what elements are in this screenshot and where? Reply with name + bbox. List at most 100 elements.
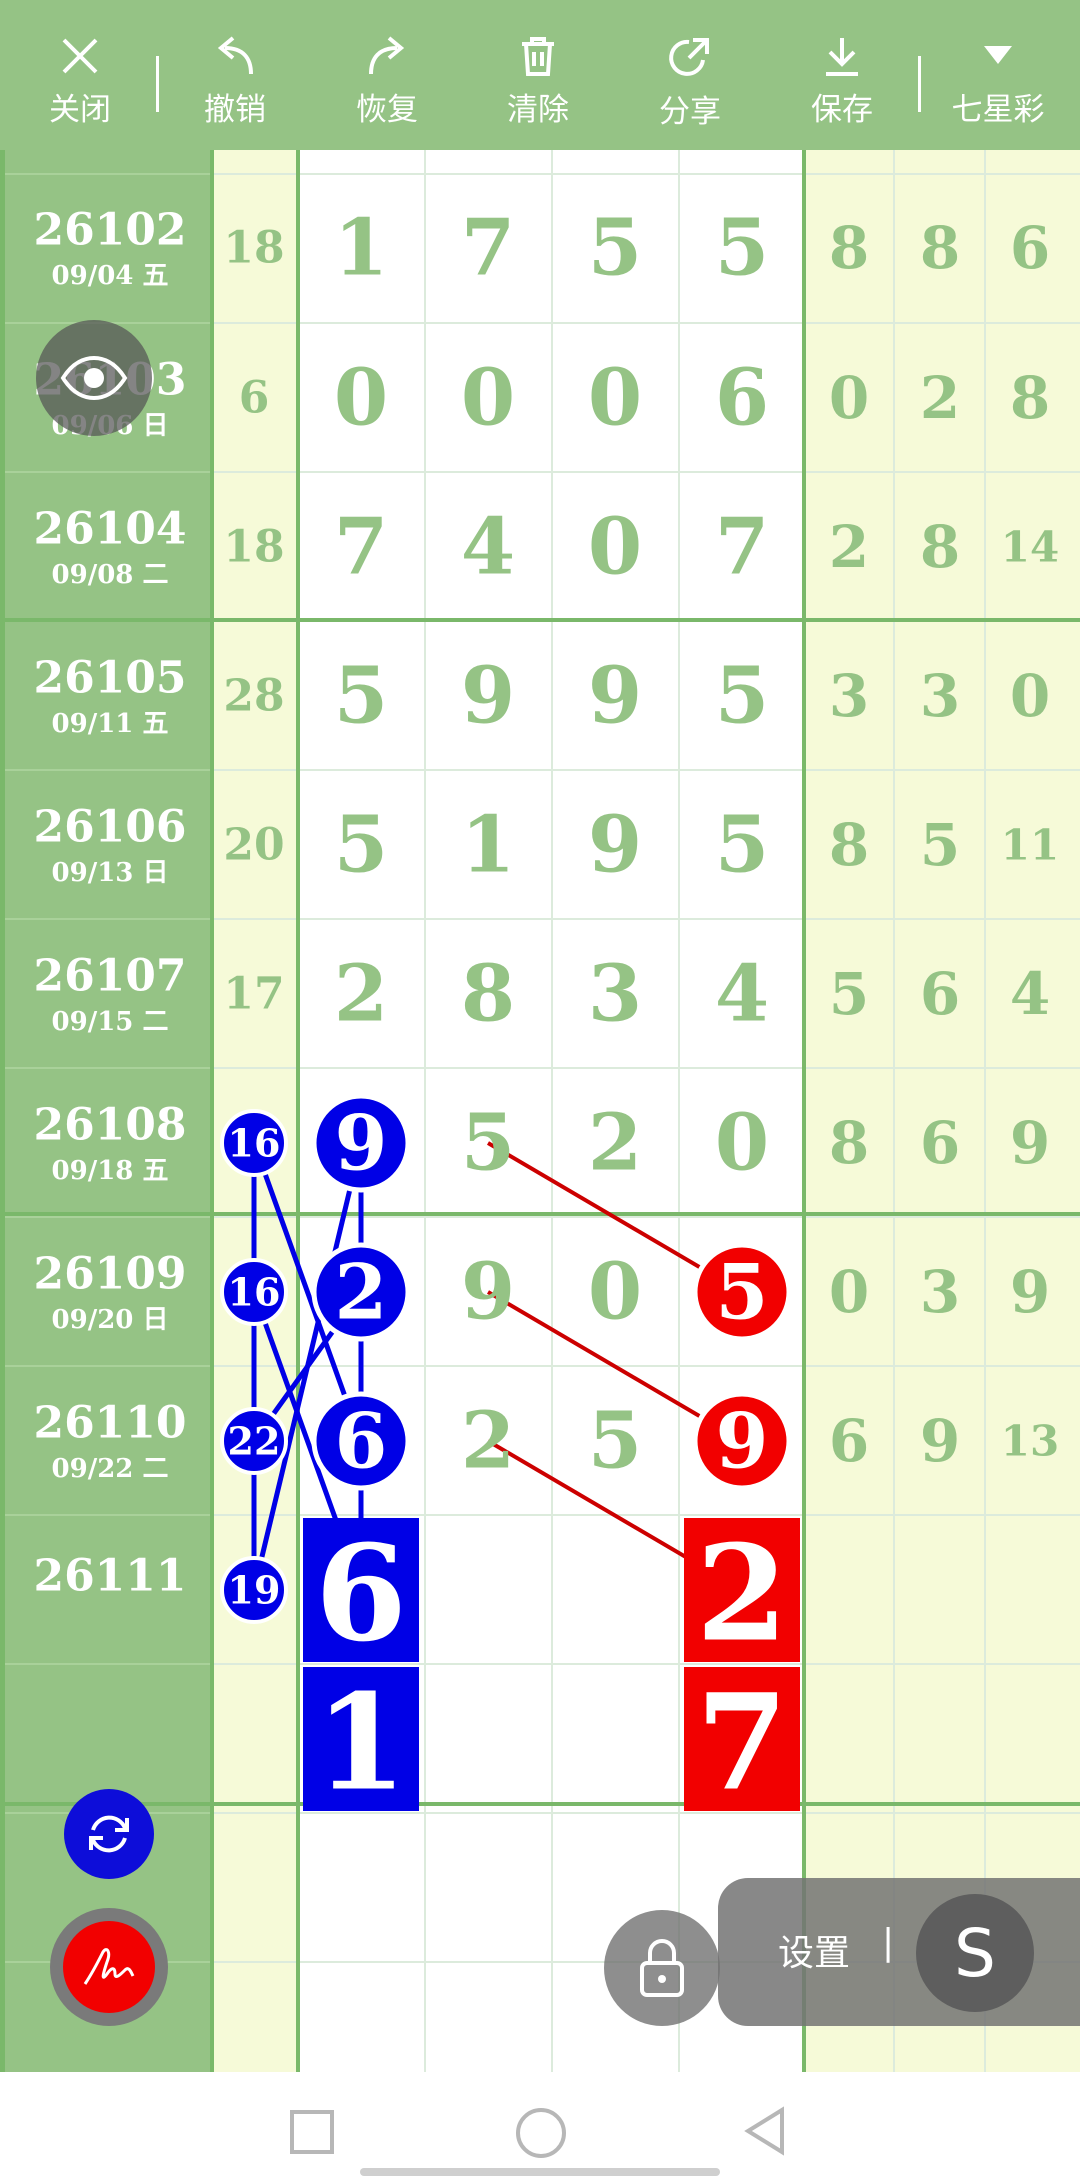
redo-label: 恢复: [356, 92, 418, 128]
main-digit: 0: [461, 353, 515, 444]
undo-label: 撤销: [204, 92, 266, 128]
refresh-icon: [89, 1815, 129, 1853]
main-digit: 2: [461, 1396, 515, 1487]
close-button[interactable]: 关闭: [20, 0, 140, 150]
home-icon[interactable]: [516, 2108, 566, 2158]
visibility-toggle-button[interactable]: [36, 320, 152, 436]
save-button[interactable]: 保存: [782, 0, 902, 150]
share-label: 分享: [659, 94, 721, 130]
period-number: 26102: [33, 205, 186, 256]
period-number: 26107: [33, 951, 186, 1002]
period-number: 26105: [33, 653, 186, 704]
tail-digit: 13: [1001, 1417, 1059, 1466]
main-digit: 4: [715, 949, 769, 1040]
toolbar: 关闭 撤销 恢复 清除 分享 保存 七星彩: [0, 0, 1080, 150]
share-button[interactable]: 分享: [630, 0, 750, 150]
recent-apps-icon[interactable]: [290, 2110, 334, 2154]
period-date: 09/08 二: [52, 560, 169, 590]
tail-digit: 14: [1001, 523, 1059, 572]
undo-icon: [217, 36, 253, 75]
main-digit: 5: [715, 651, 769, 742]
refresh-button[interactable]: [64, 1789, 154, 1879]
main-digit: 9: [588, 651, 642, 742]
main-digit: 1: [334, 203, 388, 294]
main-digit: 5: [588, 1396, 642, 1487]
tail-digit: 0: [829, 1258, 869, 1326]
lock-button[interactable]: [604, 1910, 720, 2026]
main-digit: 9: [335, 1099, 388, 1188]
sum-value: 17: [223, 969, 284, 1020]
navigation-bar: [0, 2072, 1080, 2180]
period-date: 09/22 二: [52, 1454, 169, 1484]
tail-digit: 6: [920, 1109, 960, 1177]
tail-digit: 6: [920, 960, 960, 1028]
period-number: 26106: [33, 802, 186, 853]
main-digit: 5: [334, 651, 388, 742]
tail-digit: 4: [1010, 960, 1050, 1028]
main-digit: 7: [696, 1666, 788, 1821]
clear-button[interactable]: 清除: [478, 0, 598, 150]
tail-digit: 3: [829, 662, 869, 730]
main-digit: 9: [588, 800, 642, 891]
main-digit: 8: [461, 949, 515, 1040]
signature-icon: [83, 1948, 135, 1985]
period-number: 26110: [33, 1398, 186, 1449]
sum-value: 18: [223, 223, 284, 274]
back-icon[interactable]: [742, 2106, 788, 2156]
redo-button[interactable]: 恢复: [327, 0, 447, 150]
main-digit: 9: [716, 1397, 769, 1486]
main-digit: 5: [716, 1248, 769, 1337]
tail-digit: 5: [920, 811, 960, 879]
main-digit: 7: [461, 203, 515, 294]
tail-digit: 8: [1010, 364, 1050, 432]
tail-digit: 2: [829, 513, 869, 581]
sum-value: 16: [228, 1270, 281, 1315]
period-date: 09/20 日: [52, 1305, 169, 1335]
tail-digit: 6: [1010, 214, 1050, 282]
s-menu-button[interactable]: S: [916, 1894, 1034, 2012]
tail-digit: 8: [920, 513, 960, 581]
sum-value: 20: [223, 820, 284, 871]
tail-digit: 8: [920, 214, 960, 282]
main-digit: 6: [715, 353, 769, 444]
draw-button[interactable]: [50, 1908, 168, 2026]
sum-value: 18: [223, 522, 284, 573]
undo-button[interactable]: 撤销: [175, 0, 295, 150]
tail-digit: 8: [829, 1109, 869, 1177]
period-number: 26104: [33, 504, 186, 555]
period-date: 09/15 二: [52, 1007, 169, 1037]
tail-digit: 0: [1010, 662, 1050, 730]
close-label: 关闭: [49, 92, 111, 128]
save-label: 保存: [811, 92, 873, 128]
lottery-select[interactable]: 七星彩: [938, 0, 1058, 150]
period-date: 09/11 五: [52, 709, 169, 739]
tail-digit: 9: [1010, 1109, 1050, 1177]
tail-digit: 3: [920, 662, 960, 730]
main-digit: 0: [715, 1098, 769, 1189]
trash-icon: [522, 37, 554, 76]
tail-digit: 5: [829, 960, 869, 1028]
lock-icon: [640, 1939, 684, 1997]
triangle-down-icon: [984, 46, 1012, 64]
s-letter: S: [954, 1914, 996, 1992]
main-digit: 9: [461, 1247, 515, 1338]
toolbar-divider: [156, 56, 159, 112]
main-digit: 9: [461, 651, 515, 742]
toolbar-divider: [918, 56, 921, 112]
sum-value: 16: [228, 1121, 281, 1166]
trend-chart[interactable]: 2610209/04 五1817558862610309/06 日6000602…: [0, 150, 1080, 2072]
settings-link[interactable]: 设置: [778, 1924, 850, 1976]
period-number: 26111: [33, 1551, 186, 1602]
main-digit: 7: [334, 502, 388, 593]
tail-digit: 0: [829, 364, 869, 432]
main-digit: 2: [335, 1248, 388, 1337]
redo-icon: [369, 36, 405, 75]
main-digit: 0: [588, 502, 642, 593]
gesture-handle: [360, 2168, 720, 2176]
tail-digit: 11: [1001, 821, 1059, 870]
tail-digit: 9: [1010, 1258, 1050, 1326]
sum-value: 19: [228, 1568, 281, 1613]
main-digit: 0: [588, 353, 642, 444]
eye-icon: [60, 355, 128, 401]
main-digit: 7: [715, 502, 769, 593]
